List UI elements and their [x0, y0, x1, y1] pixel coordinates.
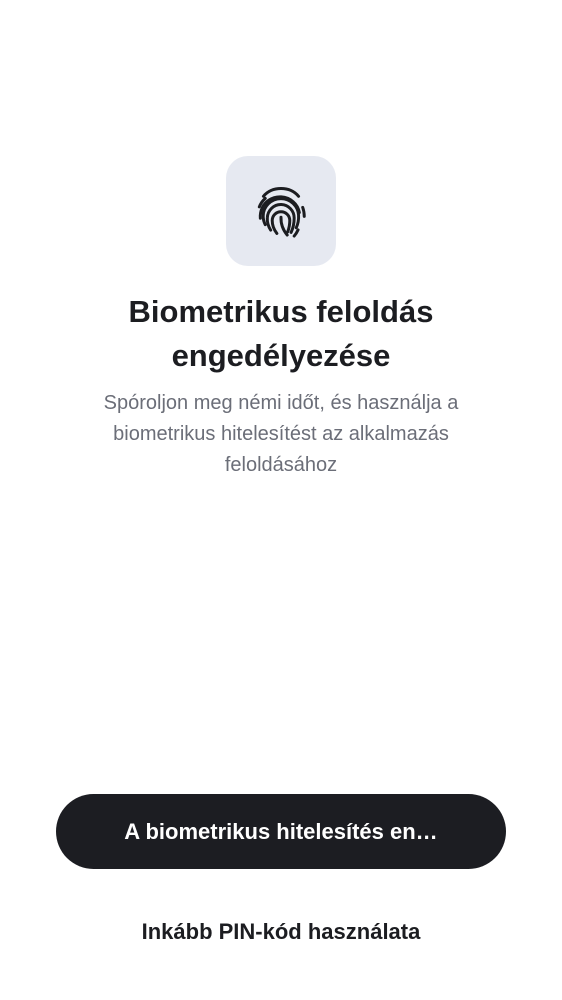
- fingerprint-icon-tile: [226, 156, 336, 266]
- page-description: Spóroljon meg némi időt, és használja a …: [103, 392, 459, 476]
- fingerprint-icon: [257, 187, 306, 238]
- enable-biometric-button[interactable]: A biometrikus hitelesítés en…: [56, 794, 506, 869]
- use-pin-button[interactable]: Inkább PIN-kód használata: [56, 910, 506, 954]
- biometric-unlock-screen: Biometrikus feloldás engedélyezése Spóro…: [0, 0, 562, 1000]
- page-title: Biometrikus feloldás engedélyezése: [128, 294, 434, 373]
